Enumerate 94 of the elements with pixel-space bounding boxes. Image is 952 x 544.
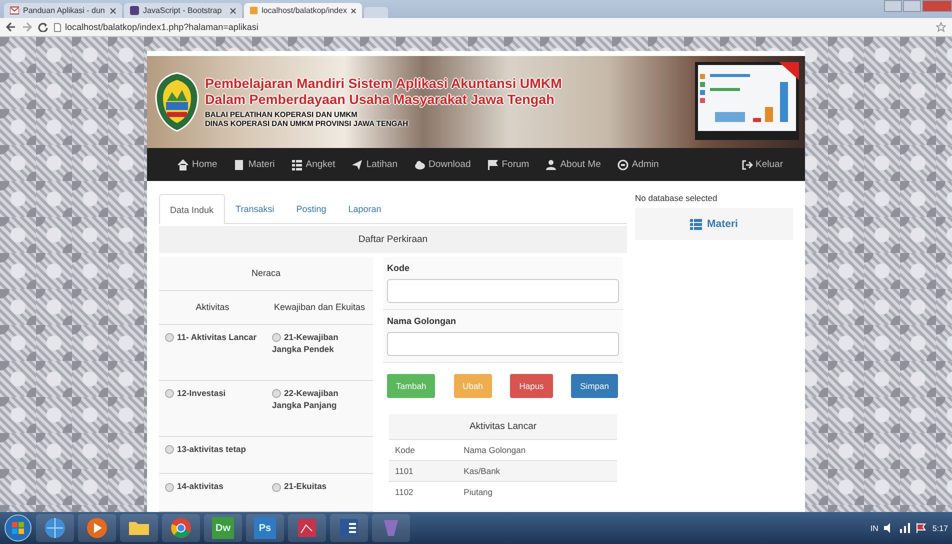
banner-title: Pembelajaran Mandiri Sistem Aplikasi Akuntansi UMKM [205,76,563,91]
forward-arrow-icon[interactable] [22,22,32,32]
nav-link[interactable]: Latihan [343,148,406,181]
materi-button[interactable]: Materi [635,208,793,240]
action-button[interactable]: Simpan [571,374,618,398]
radio-button[interactable] [272,333,281,342]
close-icon[interactable] [350,8,356,14]
square-icon [130,6,139,15]
nav-link[interactable]: About Me [537,148,609,181]
close-icon[interactable] [230,8,236,14]
user-icon [545,158,558,170]
reload-icon[interactable] [38,22,48,32]
tab-title: localhost/balatkop/index [262,6,347,15]
column-header: Kewajiban dan Ekuitas [266,290,373,325]
radio-option[interactable]: 22-Kewajiban Jangka Panjang [272,386,367,412]
status-message: No database selected [635,193,718,203]
nav-link[interactable]: Download [406,148,479,181]
field-label: Kode [387,263,410,273]
action-button[interactable]: Hapus [510,374,553,398]
radio-button[interactable] [165,333,174,342]
network-icon[interactable] [900,523,910,533]
tab[interactable]: Laporan [337,194,392,223]
tab[interactable]: Data Induk [159,194,225,224]
picture-icon [295,516,319,540]
tab[interactable]: Posting [285,194,338,223]
column-header: Aktivitas [159,290,266,325]
star-icon[interactable] [936,22,946,32]
minimize-button[interactable] [884,0,902,12]
radio-option[interactable]: 12-Investasi [165,386,260,400]
radio-option[interactable]: 21-Ekuitas [272,480,367,493]
book-icon [233,158,246,170]
table-title: Neraca [159,257,373,290]
circle-icon [169,516,193,540]
radio-button[interactable] [165,389,174,398]
taskbar-app[interactable] [330,514,368,542]
address-field[interactable]: localhost/balatkop/index1.php?halaman=aplikasi [65,22,258,32]
list-icon [690,218,702,230]
table-cell: 1102 [389,482,458,502]
exit-icon [740,158,753,170]
maximize-button[interactable] [903,0,921,12]
banner-title: Dalam Pemberdayaan Usaha Masyarakat Jawa Tengah [205,92,556,107]
taskbar-app[interactable]: Ps [246,514,284,542]
table-title: Aktivitas Lancar [389,414,617,440]
radio-button[interactable] [165,445,174,454]
back-arrow-icon[interactable] [6,22,16,32]
home-icon [177,158,189,170]
table-cell: Piutang [458,482,617,502]
nav-link[interactable]: Forum [478,148,538,181]
browser-tab[interactable]: localhost/balatkop/index [244,3,362,18]
taskbar-app[interactable] [78,514,116,542]
list-icon [290,158,303,170]
nav-link[interactable]: Admin [608,148,667,181]
close-button[interactable] [922,0,952,12]
nav-link[interactable]: Home [169,148,226,181]
flag-icon[interactable] [916,523,926,533]
browser-tab[interactable]: JavaScript - Bootstrap [124,3,242,18]
document-icon [337,516,361,540]
browser-tab[interactable]: Panduan Aplikasi - dun [4,3,122,18]
language-indicator[interactable]: IN [870,524,878,532]
panel-heading: Daftar Perkiraan [159,226,627,253]
radio-option[interactable]: 11- Aktivitas Lancar [165,331,260,344]
emblem-icon [155,72,199,132]
nav-link[interactable]: Angket [282,148,344,181]
table-cell: Kas/Bank [458,460,617,482]
page-icon [250,6,258,15]
tab[interactable]: Transaksi [224,194,286,223]
taskbar-app[interactable] [36,514,74,542]
tab-title: Panduan Aplikasi - dun [23,6,105,15]
nav-link[interactable]: Keluar [732,148,791,181]
tab-title: JavaScript - Bootstrap [143,6,222,15]
page-icon [54,22,61,32]
radio-button[interactable] [165,482,174,492]
radio-option[interactable]: 13-aktivitas tetap [165,442,260,456]
field-label: Nama Golongan [387,316,458,326]
paper-plane-icon [351,158,364,170]
flag-icon [486,158,499,170]
input-field[interactable] [387,279,619,303]
radio-button[interactable] [272,389,281,398]
clock[interactable]: 5:17 [932,524,948,532]
globe-icon [43,516,67,540]
close-icon[interactable] [110,8,116,14]
start-button-icon[interactable] [4,514,32,542]
input-field[interactable] [387,332,619,356]
circle-icon [616,158,629,170]
mail-icon [10,6,19,15]
radio-button[interactable] [272,482,281,492]
play-icon [85,516,109,540]
cloud-icon [414,158,426,170]
taskbar-app[interactable] [120,514,158,542]
radio-option[interactable]: 14-aktivitas [165,480,260,493]
radio-option[interactable]: 21-Kewajiban Jangka Pendek [272,331,367,356]
table-cell: 1101 [389,460,458,482]
taskbar-app[interactable] [162,514,200,542]
nav-link[interactable]: Materi [225,148,283,181]
